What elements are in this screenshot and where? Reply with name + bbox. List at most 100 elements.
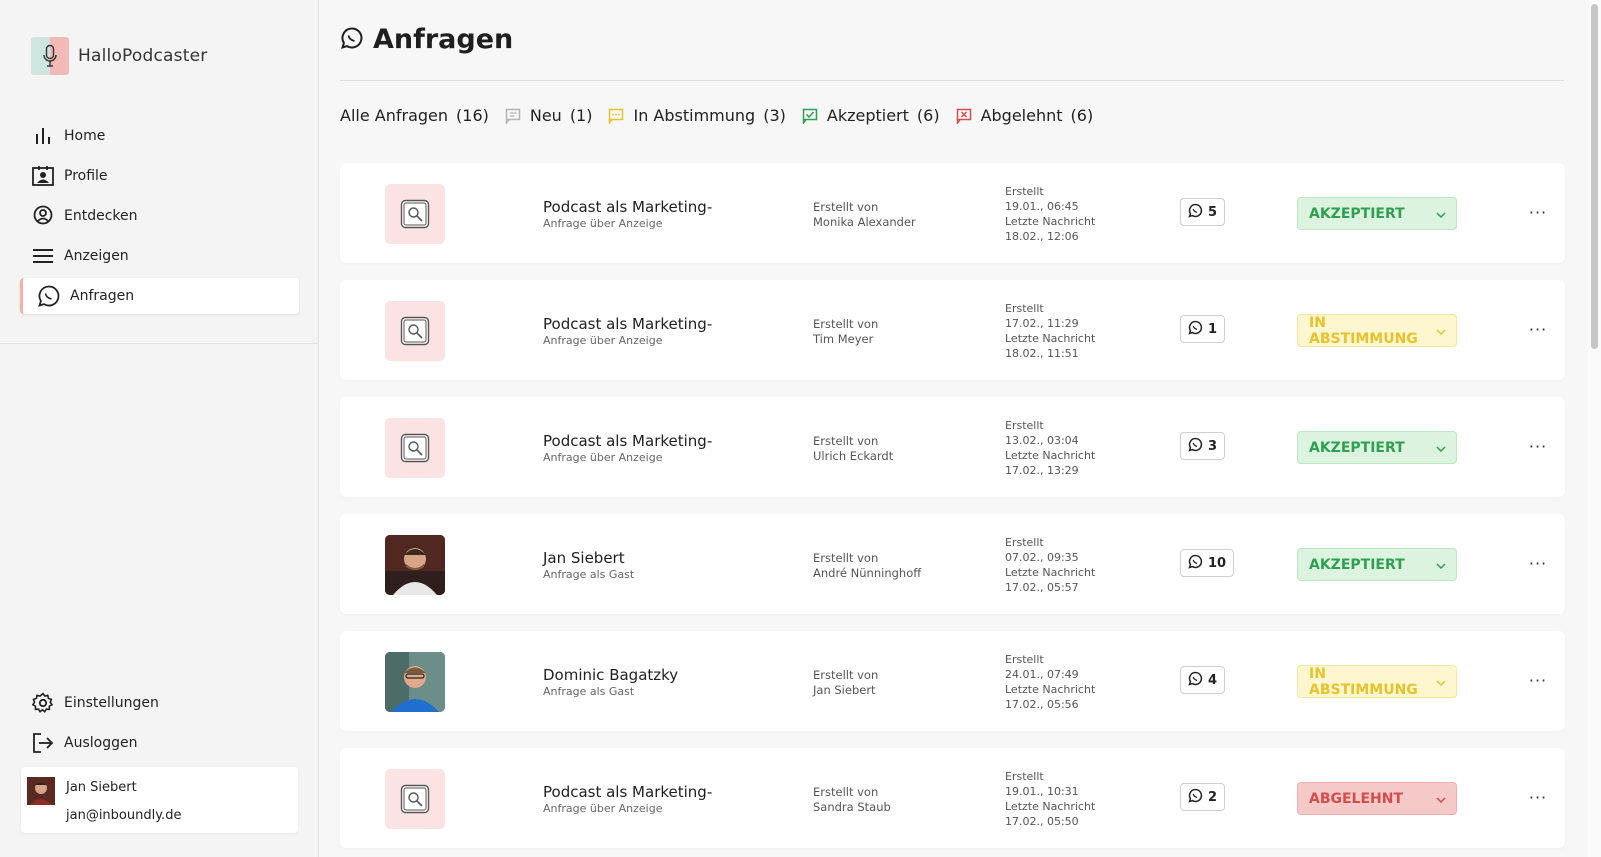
message-count-button[interactable]: 4 xyxy=(1180,666,1226,694)
sidebar-item-anzeigen[interactable]: Anzeigen xyxy=(20,238,299,274)
divider xyxy=(340,80,1564,81)
status-select[interactable]: IN ABSTIMMUNG xyxy=(1297,314,1457,347)
sidebar-item-einstellungen[interactable]: Einstellungen xyxy=(20,685,299,721)
table-row[interactable]: Podcast als Marketing- Anfrage über Anze… xyxy=(340,163,1565,263)
request-dates: Erstellt 19.01., 06:45 Letzte Nachricht … xyxy=(1005,184,1095,244)
created-label: Erstellt xyxy=(1005,770,1044,783)
status-select[interactable]: AKZEPTIERT xyxy=(1297,197,1457,230)
created-date: 19.01., 06:45 xyxy=(1005,200,1079,213)
table-row[interactable]: Podcast als Marketing- Anfrage über Anze… xyxy=(340,748,1565,848)
app-logo[interactable]: HalloPodcaster xyxy=(31,37,207,75)
flag-red-icon xyxy=(956,108,972,124)
creator-label: Erstellt von xyxy=(813,434,879,448)
filter-in-progress[interactable]: In Abstimmung (3) xyxy=(608,106,786,125)
message-count-button[interactable]: 1 xyxy=(1180,315,1226,343)
created-date: 07.02., 09:35 xyxy=(1005,551,1079,564)
status-label: IN ABSTIMMUNG xyxy=(1309,665,1418,698)
sidebar-divider xyxy=(0,343,319,344)
podcast-placeholder-icon xyxy=(385,184,445,244)
creator-label: Erstellt von xyxy=(813,317,879,331)
scrollbar[interactable] xyxy=(1588,0,1601,857)
status-label: AKZEPTIERT xyxy=(1309,556,1405,573)
more-options-icon[interactable]: ··· xyxy=(1525,316,1551,342)
logout-icon xyxy=(31,731,55,755)
creator-name: Monika Alexander xyxy=(813,215,916,229)
last-message-label: Letzte Nachricht xyxy=(1005,215,1096,228)
sidebar-item-home[interactable]: Home xyxy=(20,118,299,154)
message-count-button[interactable]: 3 xyxy=(1180,432,1226,460)
flag-grey-icon xyxy=(505,108,521,124)
filter-tabs: Alle Anfragen (16) Neu (1) In Abstimmung… xyxy=(340,106,1109,125)
created-date: 24.01., 07:49 xyxy=(1005,668,1079,681)
more-options-icon[interactable]: ··· xyxy=(1525,433,1551,459)
filter-label: In Abstimmung xyxy=(633,106,756,125)
filter-count: (6) xyxy=(1070,106,1094,125)
sidebar-item-profile[interactable]: Profile xyxy=(20,158,299,194)
user-name: Jan Siebert xyxy=(66,780,137,795)
request-title: Jan Siebert xyxy=(543,549,625,567)
filter-new[interactable]: Neu (1) xyxy=(505,106,592,125)
status-select[interactable]: AKZEPTIERT xyxy=(1297,548,1457,581)
last-message-date: 18.02., 12:06 xyxy=(1005,230,1079,243)
creator-name: Tim Meyer xyxy=(813,332,874,346)
status-label: AKZEPTIERT xyxy=(1309,439,1405,456)
filter-count: (16) xyxy=(456,106,489,125)
sidebar-item-ausloggen[interactable]: Ausloggen xyxy=(20,725,299,761)
table-row[interactable]: Podcast als Marketing- Anfrage über Anze… xyxy=(340,397,1565,497)
table-row[interactable]: Jan Siebert Anfrage als Gast Erstellt vo… xyxy=(340,514,1565,614)
sidebar-item-label: Entdecken xyxy=(64,208,138,224)
last-message-date: 17.02., 13:29 xyxy=(1005,464,1079,477)
chat-bubble-icon xyxy=(37,284,61,308)
created-label: Erstellt xyxy=(1005,185,1044,198)
more-options-icon[interactable]: ··· xyxy=(1525,667,1551,693)
message-count-button[interactable]: 10 xyxy=(1180,549,1235,577)
podcast-placeholder-icon xyxy=(385,769,445,829)
message-count-button[interactable]: 5 xyxy=(1180,198,1226,226)
page-title: Anfragen xyxy=(373,24,514,55)
message-count: 3 xyxy=(1208,438,1218,454)
message-count: 2 xyxy=(1208,789,1218,805)
request-title: Podcast als Marketing- xyxy=(543,783,713,801)
request-creator: Erstellt von Jan Siebert xyxy=(813,668,878,698)
sidebar-bottom-nav: Einstellungen Ausloggen xyxy=(20,685,299,765)
request-dates: Erstellt 07.02., 09:35 Letzte Nachricht … xyxy=(1005,535,1095,595)
request-dates: Erstellt 24.01., 07:49 Letzte Nachricht … xyxy=(1005,652,1095,712)
message-count: 4 xyxy=(1208,672,1218,688)
status-select[interactable]: IN ABSTIMMUNG xyxy=(1297,665,1457,698)
creator-label: Erstellt von xyxy=(813,551,879,565)
microphone-icon xyxy=(31,37,69,75)
message-count-button[interactable]: 2 xyxy=(1180,783,1226,811)
more-options-icon[interactable]: ··· xyxy=(1525,199,1551,225)
filter-label: Neu xyxy=(529,106,562,125)
table-row[interactable]: Podcast als Marketing- Anfrage über Anze… xyxy=(340,280,1565,380)
filter-all[interactable]: Alle Anfragen (16) xyxy=(340,106,489,125)
status-label: ABGELEHNT xyxy=(1309,790,1404,807)
request-creator: Erstellt von Monika Alexander xyxy=(813,200,916,230)
more-options-icon[interactable]: ··· xyxy=(1525,550,1551,576)
creator-label: Erstellt von xyxy=(813,200,879,214)
message-count: 1 xyxy=(1208,321,1218,337)
more-options-icon[interactable]: ··· xyxy=(1525,784,1551,810)
podcast-placeholder-icon xyxy=(385,418,445,478)
podcast-placeholder-icon xyxy=(385,301,445,361)
chevron-down-icon xyxy=(1436,323,1446,339)
last-message-label: Letzte Nachricht xyxy=(1005,683,1096,696)
scrollbar-thumb[interactable] xyxy=(1591,4,1598,349)
sidebar-item-label: Anfragen xyxy=(70,288,135,304)
user-card[interactable]: Jan Siebert jan@inboundly.de xyxy=(21,767,298,833)
table-row[interactable]: Dominic Bagatzky Anfrage als Gast Erstel… xyxy=(340,631,1565,731)
request-title: Podcast als Marketing- xyxy=(543,198,713,216)
request-dates: Erstellt 17.02., 11:29 Letzte Nachricht … xyxy=(1005,301,1095,361)
filter-accepted[interactable]: Akzeptiert (6) xyxy=(802,106,940,125)
sidebar-item-entdecken[interactable]: Entdecken xyxy=(20,198,299,234)
user-email: jan@inboundly.de xyxy=(66,808,182,823)
sidebar-item-label: Home xyxy=(64,128,106,144)
request-subtitle: Anfrage über Anzeige xyxy=(543,334,663,347)
status-select[interactable]: AKZEPTIERT xyxy=(1297,431,1457,464)
sidebar-item-anfragen[interactable]: Anfragen xyxy=(20,278,299,314)
avatar xyxy=(27,777,55,805)
chat-bubble-icon xyxy=(340,26,364,54)
chat-bubble-icon xyxy=(1188,437,1203,456)
filter-rejected[interactable]: Abgelehnt (6) xyxy=(956,106,1094,125)
status-select[interactable]: ABGELEHNT xyxy=(1297,782,1457,815)
